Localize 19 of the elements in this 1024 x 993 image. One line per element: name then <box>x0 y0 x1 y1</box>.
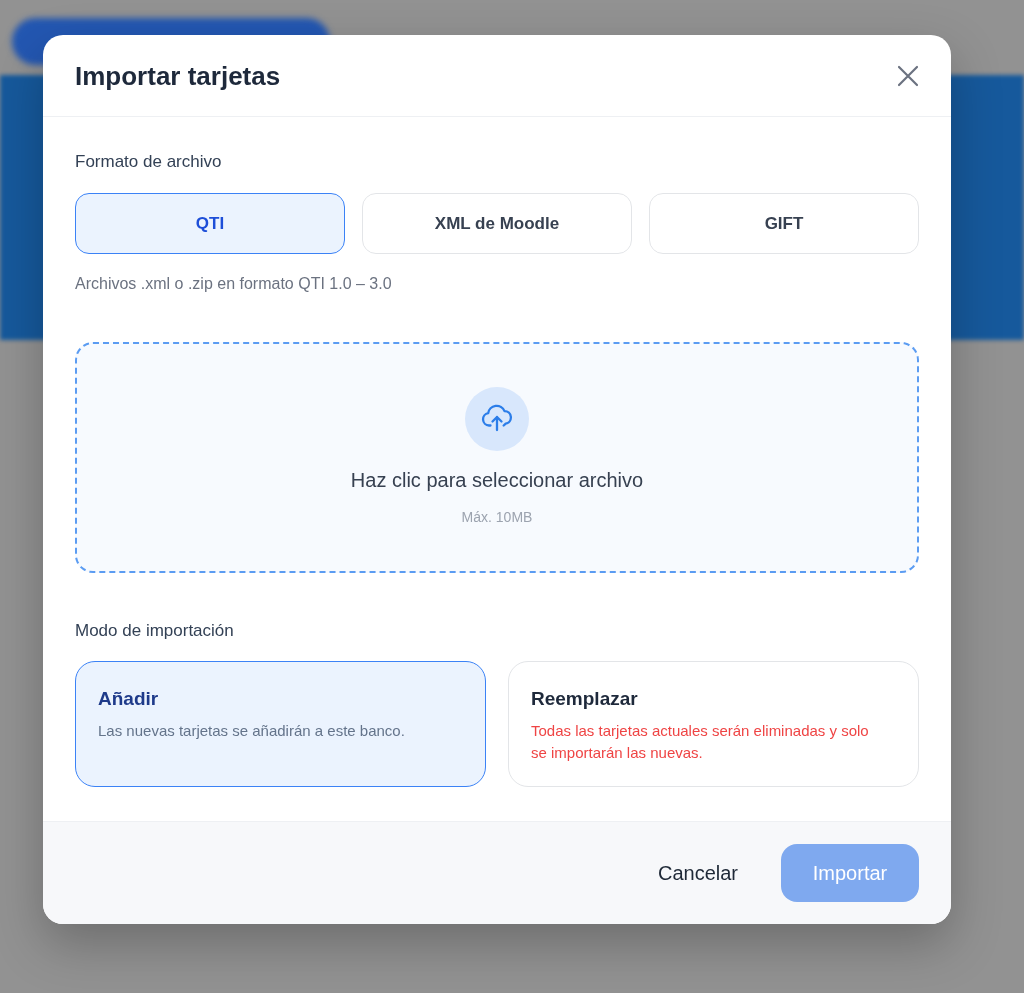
import-mode-option[interactable]: Añadir Las nuevas tarjetas se añadirán a este banco. <box>75 661 486 787</box>
close-icon <box>897 64 919 87</box>
section-label: Modo de importación <box>75 620 235 642</box>
cancel-button[interactable]: Cancelar <box>641 850 754 896</box>
format-hint: Archivos .xml o .zip en formato QTI 1.0 – 3.0 <box>75 274 393 294</box>
warning-description: Todas las tarjetas actuales serán eliminadas y solo se importarán las nuevas. <box>531 721 870 763</box>
mode-description: Las nuevas tarjetas se añadirán a este banco. <box>98 721 406 741</box>
file-dropzone[interactable]: Haz clic para seleccionar archivo Máx. 10MB <box>75 342 919 573</box>
import-mode-option[interactable]: Reemplazar Todas las tarjetas actuales serán eliminadas y solo se importarán las nuevas. <box>508 661 919 787</box>
mode-title: Añadir <box>98 687 160 711</box>
upload-cloud-icon <box>465 387 529 451</box>
dialog-title: Importar tarjetas <box>75 59 281 92</box>
dropzone-title: Haz clic para seleccionar archivo <box>350 468 644 493</box>
file-size-note: Máx. 10MB <box>461 508 533 527</box>
format-option[interactable]: XML de Moodle <box>362 193 632 254</box>
format-option[interactable]: GIFT <box>649 193 919 254</box>
format-option[interactable]: QTI <box>75 193 345 254</box>
section-label: Formato de archivo <box>75 151 223 173</box>
mode-title: Reemplazar <box>531 687 639 711</box>
